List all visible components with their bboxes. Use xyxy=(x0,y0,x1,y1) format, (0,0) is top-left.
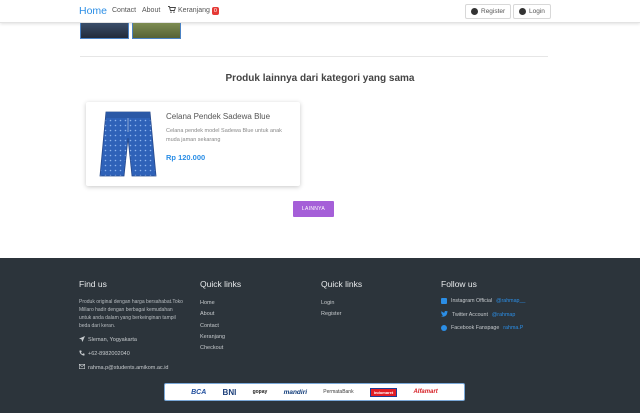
related-products-title: Produk lainnya dari kategori yang sama xyxy=(225,73,415,84)
nav-contact-link[interactable]: Contact xyxy=(112,7,136,14)
nav-about-link[interactable]: About xyxy=(142,7,160,14)
footer-instagram[interactable]: Instagram Official @rahmap__ xyxy=(441,298,525,304)
cart-count-badge: 0 xyxy=(211,6,219,15)
section-divider xyxy=(80,56,548,57)
footer-link-about[interactable]: About xyxy=(200,309,241,320)
twitter-label: Twitter Account xyxy=(452,311,488,318)
footer-link-login[interactable]: Login xyxy=(321,298,362,309)
register-button[interactable]: Register xyxy=(465,4,512,19)
payment-methods-strip: BCA BNI gopay mandiri PermataBank Indoma… xyxy=(164,383,465,401)
register-label: Register xyxy=(481,8,506,15)
login-label: Login xyxy=(529,8,545,15)
instagram-handle[interactable]: @rahmap__ xyxy=(496,298,525,304)
facebook-icon xyxy=(441,325,447,331)
footer-find-us: Find us Produk original dengan harga ber… xyxy=(79,279,183,371)
login-button[interactable]: Login xyxy=(513,4,551,19)
nav-cart-link[interactable]: Keranjang 0 xyxy=(168,6,219,15)
product-image xyxy=(99,111,157,177)
footer-quick-links-2: Quick links Login Register xyxy=(321,279,362,321)
twitter-icon xyxy=(441,310,448,319)
bca-logo: BCA xyxy=(191,388,207,396)
footer-find-us-text: Produk original dengan harga bersahabat.… xyxy=(79,299,183,329)
facebook-label: Facebook Fanspage xyxy=(451,325,500,331)
footer-find-us-title: Find us xyxy=(79,279,107,289)
footer-link-home[interactable]: Home xyxy=(200,298,241,309)
instagram-icon xyxy=(441,298,447,304)
mandiri-logo: mandiri xyxy=(283,388,308,396)
footer-link-checkout[interactable]: Checkout xyxy=(200,343,241,354)
bni-logo: BNI xyxy=(222,387,237,397)
footer-facebook[interactable]: Facebook Fanspage rahma.P xyxy=(441,325,525,331)
alfamart-logo: Alfamart xyxy=(413,389,438,395)
facebook-handle[interactable]: rahma.P xyxy=(503,325,523,331)
permatabank-logo: PermataBank xyxy=(323,389,354,395)
twitter-handle[interactable]: @rahmap xyxy=(492,312,515,318)
product-price: Rp 120.000 xyxy=(166,153,206,162)
footer-phone: +62-8982002040 xyxy=(79,350,183,358)
cart-icon xyxy=(168,6,177,15)
nav-home-link[interactable]: Home xyxy=(79,5,107,17)
github-icon xyxy=(471,8,478,15)
envelope-icon xyxy=(79,364,86,371)
more-products-button[interactable]: LAINNYA xyxy=(293,201,334,217)
footer-email-text[interactable]: rahma.p@students.amikom.ac.id xyxy=(88,365,168,371)
footer-location-text: Sleman, Yogyakarta xyxy=(88,337,137,343)
cart-label: Keranjang xyxy=(178,7,210,14)
footer: Find us Produk original dengan harga ber… xyxy=(0,258,640,413)
github-icon xyxy=(519,8,526,15)
gopay-logo: gopay xyxy=(252,389,268,395)
footer-quick-links-title: Quick links xyxy=(321,279,363,289)
footer-quick-links-title: Quick links xyxy=(200,279,242,289)
navbar: Home Contact About Keranjang 0 Register … xyxy=(0,0,640,23)
footer-link-register[interactable]: Register xyxy=(321,309,362,320)
footer-email: rahma.p@students.amikom.ac.id xyxy=(79,364,183,371)
product-card[interactable]: Celana Pendek Sadewa Blue Celana pendek … xyxy=(86,102,300,186)
footer-quick-links-1: Quick links Home About Contact Keranjang… xyxy=(200,279,241,354)
indomaret-logo: Indomaret xyxy=(369,387,398,397)
product-thumbnail[interactable] xyxy=(132,23,181,39)
phone-icon xyxy=(79,350,85,358)
footer-twitter[interactable]: Twitter Account @rahmap xyxy=(441,310,525,319)
product-description: Celana pendek model Sadewa Blue untuk an… xyxy=(166,128,282,143)
footer-location: Sleman, Yogyakarta xyxy=(79,336,183,344)
footer-follow-us-title: Follow us xyxy=(441,279,477,289)
footer-link-cart[interactable]: Keranjang xyxy=(200,332,241,343)
location-arrow-icon xyxy=(79,336,85,344)
instagram-label: Instagram Official xyxy=(451,298,493,304)
footer-link-contact[interactable]: Contact xyxy=(200,321,241,332)
product-name[interactable]: Celana Pendek Sadewa Blue xyxy=(166,112,270,121)
product-thumbnail[interactable] xyxy=(80,23,129,39)
footer-phone-text: +62-8982002040 xyxy=(88,351,130,357)
footer-follow-us: Follow us Instagram Official @rahmap__ T… xyxy=(441,279,525,338)
